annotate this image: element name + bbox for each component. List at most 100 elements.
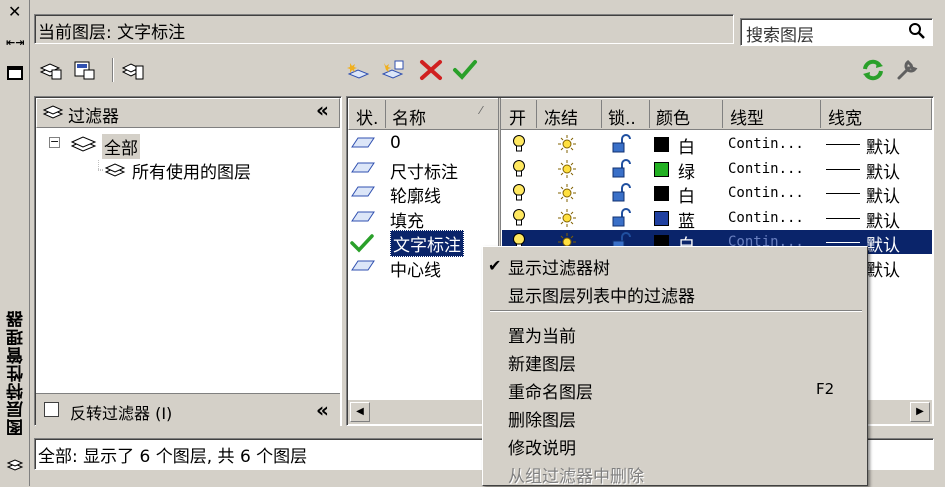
lineweight[interactable]: 默认 (866, 182, 900, 207)
col-lineweight[interactable]: 线宽 (828, 104, 862, 129)
scroll-left-icon[interactable]: ◀ (350, 402, 370, 422)
layer-name[interactable]: 轮廓线 (390, 182, 441, 207)
new-layer-icon[interactable] (346, 58, 372, 82)
scroll-right-icon[interactable]: ▶ (910, 402, 930, 422)
invert-filter-checkbox[interactable] (44, 402, 59, 417)
linetype[interactable]: Contin... (728, 210, 804, 226)
table-row[interactable]: 填充 蓝 Contin... 默认 (348, 206, 932, 232)
table-row[interactable]: 0 白 Contin... 默认 (348, 132, 932, 158)
lineweight-line (826, 242, 860, 244)
lineweight[interactable]: 默认 (866, 133, 900, 158)
unlock-icon[interactable] (610, 134, 632, 158)
col-divider (385, 100, 386, 128)
close-icon[interactable]: ✕ (8, 4, 21, 20)
filter-all-icon (70, 136, 97, 152)
layer-status-icon (350, 184, 376, 202)
linetype[interactable]: Contin... (728, 136, 804, 152)
layer-status-icon (350, 135, 376, 153)
layer-status-icon (350, 258, 376, 276)
search-icon[interactable] (908, 22, 926, 40)
color-name[interactable]: 绿 (678, 158, 695, 183)
new-group-filter-icon[interactable] (72, 58, 98, 82)
check-icon: ✔ (488, 256, 502, 275)
layer-status-icon (350, 160, 376, 178)
menu-item-new-layer[interactable]: 新建图层 (508, 350, 576, 375)
bulb-icon[interactable] (512, 208, 526, 232)
unlock-icon[interactable] (610, 207, 632, 232)
linetype[interactable]: Contin... (728, 185, 804, 201)
palette-title: 图层特性管理器 (7, 310, 27, 436)
menu-item-change-description[interactable]: 修改说明 (508, 434, 576, 459)
col-divider (536, 100, 537, 128)
col-freeze[interactable]: 冻结 (544, 104, 578, 129)
menu-item-delete-layer[interactable]: 删除图层 (508, 406, 576, 431)
col-status[interactable]: 状. (356, 104, 378, 129)
lineweight[interactable]: 默认 (866, 207, 900, 232)
tree-item-all[interactable]: 全部 (102, 134, 140, 159)
menu-item-show-filters-in-list[interactable]: 显示图层列表中的过滤器 (508, 282, 695, 307)
color-name[interactable]: 白 (678, 133, 695, 158)
bulb-icon[interactable] (512, 183, 526, 207)
filter-title: 过滤器 (68, 107, 119, 127)
col-on[interactable]: 开 (509, 104, 526, 129)
status-text: 全部: 显示了 6 个图层, 共 6 个图层 (38, 447, 308, 467)
menu-item-rename-layer[interactable]: 重命名图层 (508, 378, 593, 403)
lineweight-line (826, 168, 860, 170)
layers-icon (6, 459, 24, 471)
menu-item-remove-from-group: 从组过滤器中删除 (508, 467, 644, 487)
sun-icon[interactable] (556, 183, 578, 207)
unlock-icon[interactable] (610, 158, 632, 183)
collapse-panel-button[interactable]: « (316, 398, 329, 422)
settings-icon[interactable] (894, 58, 920, 82)
linetype[interactable]: Contin... (728, 161, 804, 177)
layer-name[interactable]: 中心线 (390, 256, 441, 281)
collapse-filter-button[interactable]: « (316, 98, 329, 122)
delete-layer-icon[interactable] (418, 58, 444, 82)
menu-item-show-filter-tree[interactable]: 显示过滤器树 (508, 254, 610, 279)
tree-expander[interactable]: − (49, 136, 60, 148)
table-row[interactable]: 尺寸标注 绿 Contin... 默认 (348, 157, 932, 183)
col-linetype[interactable]: 线型 (730, 104, 764, 129)
color-name[interactable]: 蓝 (678, 207, 695, 232)
layer-states-manager-icon[interactable] (120, 58, 146, 82)
col-name[interactable]: 名称 (392, 104, 426, 129)
sun-icon[interactable] (556, 208, 578, 232)
new-layer-vp-frozen-icon[interactable] (380, 58, 406, 82)
invert-filter-label: 反转过滤器 (I) (70, 404, 173, 423)
layer-name[interactable]: 尺寸标注 (390, 158, 458, 183)
sun-icon[interactable] (556, 134, 578, 158)
layer-name[interactable]: 文字标注 (390, 230, 464, 258)
color-name[interactable]: 白 (678, 182, 695, 207)
color-swatch[interactable] (654, 161, 669, 177)
lineweight[interactable]: 默认 (866, 231, 900, 256)
set-current-icon[interactable] (452, 58, 478, 82)
refresh-icon[interactable] (860, 58, 886, 82)
lineweight[interactable]: 默认 (866, 158, 900, 183)
color-swatch[interactable] (654, 137, 669, 152)
menu-separator (490, 310, 862, 312)
layer-name[interactable]: 填充 (390, 207, 424, 232)
autohide-icon[interactable]: ⇤⇥ (6, 36, 24, 49)
unlock-icon[interactable] (610, 183, 632, 207)
bulb-icon[interactable] (512, 159, 526, 183)
color-swatch[interactable] (654, 210, 669, 226)
menu-item-set-current[interactable]: 置为当前 (508, 322, 576, 347)
lineweight-line (826, 217, 860, 219)
filter-icon (42, 105, 64, 119)
col-divider (649, 100, 650, 128)
sort-indicator-icon: ⁄ (480, 104, 482, 117)
layer-name[interactable]: 0 (390, 133, 401, 153)
current-layer-label: 当前图层: 文字标注 (38, 23, 186, 43)
table-row[interactable]: 轮廓线 白 Contin... 默认 (348, 181, 932, 207)
filter-used-icon (98, 160, 126, 177)
new-property-filter-icon[interactable] (38, 58, 64, 82)
col-color[interactable]: 颜色 (656, 104, 690, 129)
toolbar-divider (112, 58, 114, 82)
tree-item-used[interactable]: 所有使用的图层 (132, 158, 251, 183)
sun-icon[interactable] (556, 159, 578, 183)
properties-icon[interactable] (7, 66, 23, 80)
lineweight[interactable]: 默认 (866, 256, 900, 281)
bulb-icon[interactable] (512, 134, 526, 158)
color-swatch[interactable] (654, 186, 669, 202)
col-lock[interactable]: 锁.. (608, 104, 636, 129)
